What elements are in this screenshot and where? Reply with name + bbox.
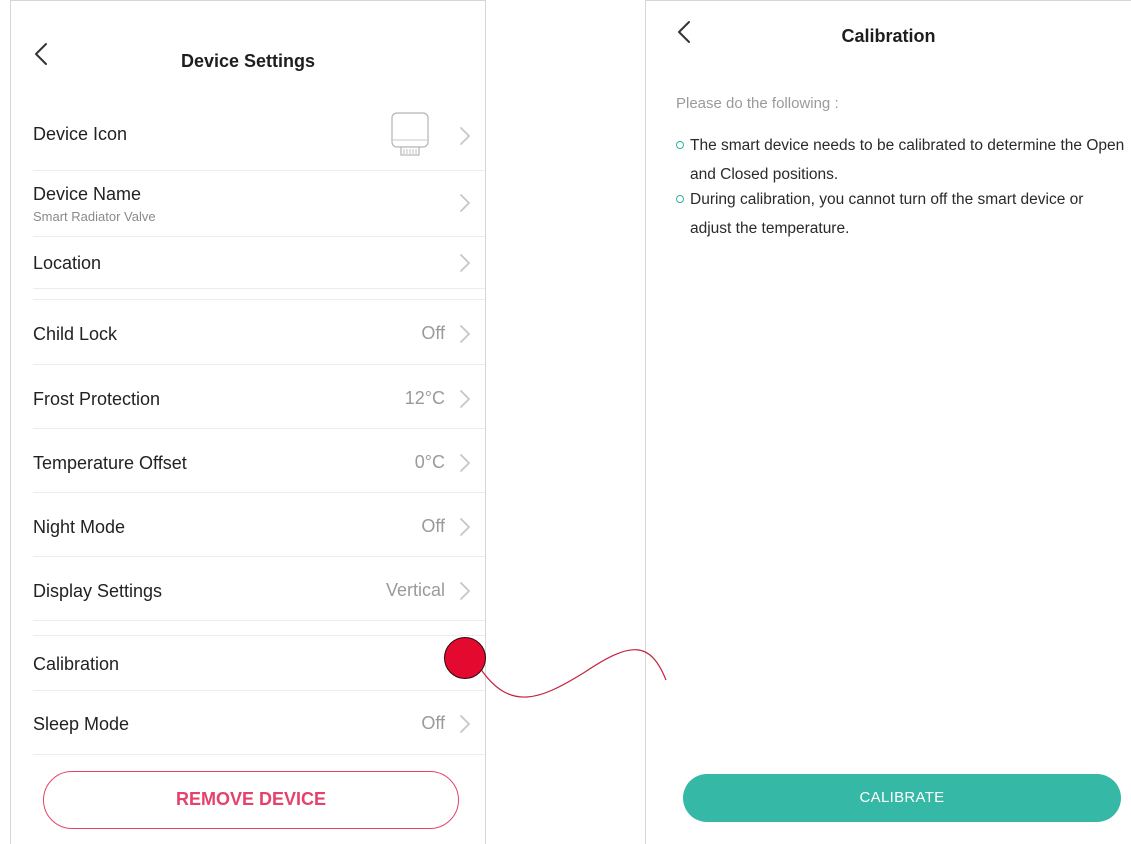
calibration-row[interactable]: Calibration [33,636,485,691]
calibrate-button[interactable]: CALIBRATE [683,774,1121,822]
page-title: Device Settings [180,51,316,71]
device-icon-row[interactable]: Device Icon [33,103,485,171]
chevron-right-icon [460,454,470,472]
child-lock-row[interactable]: Child Lock Off [33,300,485,365]
remove-device-button[interactable]: REMOVE DEVICE [43,771,459,829]
row-label: Temperature Offset [33,453,187,473]
row-value: Off [421,323,445,343]
row-value: 0°C [414,452,445,472]
chevron-right-icon [460,254,470,272]
frost-protection-row[interactable]: Frost Protection 12°C [33,365,485,429]
instruction-bullet: During calibration, you cannot turn off … [676,185,1126,243]
chevron-right-icon [460,325,470,343]
chevron-right-icon [460,390,470,408]
row-label: Calibration [33,654,120,674]
row-value: Off [421,516,445,536]
instruction-bullet: The smart device needs to be calibrated … [676,131,1126,189]
page-title: Calibration [841,26,936,46]
bullet-text: The smart device needs to be calibrated … [690,137,1125,183]
chevron-right-icon [460,582,470,600]
row-label: Display Settings [33,581,163,601]
sleep-mode-row[interactable]: Sleep Mode Off [33,691,485,755]
chevron-right-icon [460,715,470,733]
row-label: Device Icon [33,124,128,144]
instructions-intro: Please do the following : [676,95,839,112]
chevron-right-icon [460,127,470,145]
temperature-offset-row[interactable]: Temperature Offset 0°C [33,429,485,493]
calibration-screen: Calibration Please do the following : Th… [645,0,1131,844]
display-settings-row[interactable]: Display Settings Vertical [33,557,485,621]
chevron-right-icon [460,518,470,536]
tap-indicator-icon [444,637,486,679]
bullet-circle-icon [676,195,684,203]
location-row[interactable]: Location [33,237,485,289]
row-label: Sleep Mode [33,714,130,734]
device-name-row[interactable]: Device Name Smart Radiator Valve [33,171,485,237]
row-value: 12°C [404,388,445,408]
nav-bar: Device Settings [11,39,485,79]
row-value: Vertical [385,580,445,600]
device-name-value: Smart Radiator Valve [33,209,156,224]
row-label: Night Mode [33,517,126,537]
device-settings-screen: Device Settings Device Icon Device Name … [10,0,486,844]
row-label: Device Name [33,184,142,204]
nav-bar: Calibration [646,15,1131,55]
night-mode-row[interactable]: Night Mode Off [33,493,485,557]
chevron-right-icon [460,194,470,212]
bullet-circle-icon [676,141,684,149]
radiator-valve-icon [390,111,430,157]
row-label: Location [33,253,102,273]
bullet-text: During calibration, you cannot turn off … [690,191,1084,237]
row-label: Child Lock [33,324,118,344]
row-label: Frost Protection [33,389,161,409]
row-value: Off [421,713,445,733]
